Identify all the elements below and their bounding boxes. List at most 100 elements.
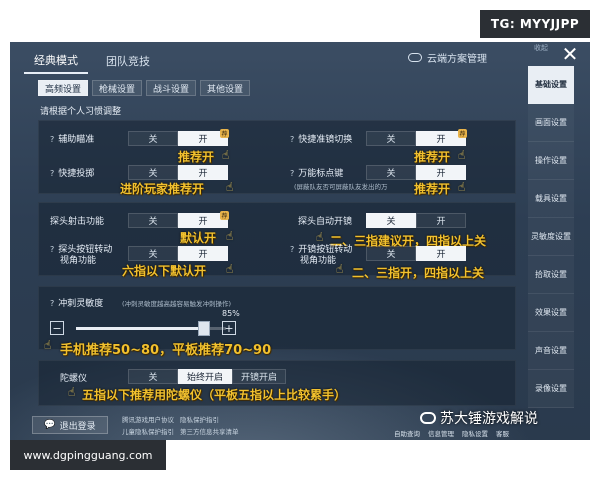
gyro-option-off[interactable]: 关 <box>128 369 178 384</box>
link-user-agreement[interactable]: 腾讯游戏用户协议 <box>122 414 174 424</box>
sprint-slider[interactable] <box>76 321 226 336</box>
tab-classic-mode[interactable]: 经典模式 <box>24 48 88 74</box>
pointing-hand-icon: ☝ <box>222 148 230 162</box>
cloud-scheme-button[interactable]: 云端方案管理 <box>408 50 487 65</box>
side-item-controls[interactable]: 操作设置 <box>528 142 574 180</box>
row-peek-auto-scope-label: 探头自动开镜 <box>298 217 353 227</box>
gyro-option-always[interactable]: 始终开启 <box>178 369 233 384</box>
weibo-icon <box>420 412 436 424</box>
menu-support[interactable]: 客服 <box>496 428 509 438</box>
side-item-vehicle[interactable]: 载具设置 <box>528 180 574 218</box>
menu-self-query[interactable]: 自助查询 <box>394 428 420 438</box>
mode-tabs: 经典模式 团队竞技 <box>24 48 160 74</box>
cloud-scheme-label: 云端方案管理 <box>427 54 487 65</box>
row-sprint-label: ? 冲刺灵敏度 <box>50 299 104 309</box>
logout-label: 退出登录 <box>59 421 96 432</box>
row-gyro-label: 陀螺仪 <box>60 374 88 384</box>
minus-icon[interactable]: − <box>50 321 64 335</box>
toggle-quick-scope[interactable]: 关 开荐 <box>366 129 467 146</box>
toggle-peek-button-rotate[interactable]: 关 开 <box>128 246 228 261</box>
sprint-value: 85% <box>222 309 240 318</box>
pointing-hand-icon: ☝ <box>68 385 76 399</box>
subtab-frequent[interactable]: 高频设置 <box>38 80 89 96</box>
side-item-recording[interactable]: 录像设置 <box>528 370 574 408</box>
pointing-hand-icon: ☝ <box>44 338 52 352</box>
sprint-note: (冲刺灵敏度越高越容易触发冲刺操作) <box>122 300 232 308</box>
annotation-recommend-aim: 推荐开 <box>178 150 215 164</box>
side-item-sensitivity[interactable]: 灵敏度设置 <box>528 218 574 256</box>
annotation-recommend-scope: 推荐开 <box>414 150 451 164</box>
gyro-selector[interactable]: 关 始终开启 开镜开启 <box>128 369 287 384</box>
toggle-off-option[interactable]: 关 <box>128 213 178 228</box>
toggle-off-option[interactable]: 关 <box>128 165 178 180</box>
toggle-off-option[interactable]: 关 <box>128 131 178 146</box>
row-peek-button-rotate-label: ? 探头按钮转动 视角功能 <box>50 245 113 266</box>
annotation-sprint-recommend: 手机推荐50~80，平板推荐70~90 <box>60 343 272 358</box>
plus-icon[interactable]: + <box>222 321 236 335</box>
row-universal-mark-label: ? 万能标点键 <box>290 169 344 179</box>
toggle-on-option[interactable]: 开 <box>416 246 466 261</box>
pointing-hand-icon: ☝ <box>458 180 466 194</box>
row-aim-assist-label: ? 辅助瞄准 <box>50 135 95 145</box>
toggle-peek-fire[interactable]: 关 开荐 <box>128 211 229 228</box>
side-item-effects[interactable]: 效果设置 <box>528 294 574 332</box>
universal-mark-note: (屏蔽队友否可屏蔽队友发出的万 <box>294 183 388 191</box>
subtab-combat[interactable]: 战斗设置 <box>146 80 197 96</box>
settings-subtabs: 高频设置 枪械设置 战斗设置 其他设置 <box>38 80 251 96</box>
side-item-pickup[interactable]: 拾取设置 <box>528 256 574 294</box>
annotation-recommend-mark: 推荐开 <box>414 182 451 196</box>
collapse-label: 收起 <box>534 44 548 52</box>
link-third-party-list[interactable]: 第三方信息共享清单 <box>180 426 239 436</box>
cloud-icon <box>408 53 422 62</box>
side-item-graphics[interactable]: 画面设置 <box>528 104 574 142</box>
toggle-off-option[interactable]: 关 <box>366 213 416 228</box>
toggle-on-option[interactable]: 开荐 <box>178 129 229 146</box>
annotation-scope-fingers: 二、三指开，四指以上关 <box>352 266 485 280</box>
gyro-option-scope[interactable]: 开镜开启 <box>232 369 287 384</box>
logout-button[interactable]: 💬 退出登录 <box>32 416 108 434</box>
tg-banner: TG: MYYJJPP <box>480 10 590 38</box>
chat-icon: 💬 <box>44 420 56 430</box>
bottom-menu: 自助查询 信息管理 隐私设置 客服 <box>394 428 509 438</box>
link-privacy-guide[interactable]: 隐私保护指引 <box>180 414 219 424</box>
sprint-slider-knob[interactable] <box>197 321 210 336</box>
recommend-badge-icon: 荐 <box>220 129 229 138</box>
pointing-hand-icon: ☝ <box>226 262 234 276</box>
menu-privacy[interactable]: 隐私设置 <box>462 428 488 438</box>
close-icon[interactable]: ✕ <box>550 42 590 68</box>
row-quick-scope-label: ? 快捷准镜切换 <box>290 135 353 145</box>
toggle-on-option[interactable]: 开荐 <box>416 129 467 146</box>
annotation-gyro-recommend: 五指以下推荐用陀螺仪（平板五指以上比较累手） <box>82 388 347 402</box>
toggle-off-option[interactable]: 关 <box>128 246 178 261</box>
pointing-hand-icon: ☝ <box>336 262 344 276</box>
toggle-quick-throw[interactable]: 关 开 <box>128 165 228 180</box>
toggle-off-option[interactable]: 关 <box>366 131 416 146</box>
pointing-hand-icon: ☝ <box>226 229 234 243</box>
side-item-basic[interactable]: 基础设置 <box>528 66 574 104</box>
toggle-aim-assist[interactable]: 关 开荐 <box>128 129 229 146</box>
subtab-other[interactable]: 其他设置 <box>200 80 251 96</box>
row-peek-fire-label: 探头射击功能 <box>50 217 105 227</box>
toggle-on-option[interactable]: 开 <box>416 213 466 228</box>
link-child-privacy[interactable]: 儿童隐私保护指引 <box>122 426 174 436</box>
toggle-on-option[interactable]: 开荐 <box>178 211 229 228</box>
toggle-off-option[interactable]: 关 <box>366 165 416 180</box>
annotation-advanced-players: 进阶玩家推荐开 <box>120 182 205 196</box>
annotation-default-on: 默认开 <box>180 231 217 245</box>
toggle-universal-mark[interactable]: 关 开 <box>366 165 466 180</box>
toggle-on-option[interactable]: 开 <box>416 165 466 180</box>
toggle-scope-button-rotate[interactable]: 关 开 <box>366 246 466 261</box>
pointing-hand-icon: ☝ <box>316 230 324 244</box>
pointing-hand-icon: ☝ <box>226 180 234 194</box>
toggle-peek-auto-scope[interactable]: 关 开 <box>366 213 466 228</box>
subtab-weapons[interactable]: 枪械设置 <box>92 80 143 96</box>
recommend-badge-icon: 荐 <box>458 129 467 138</box>
tab-team-deathmatch[interactable]: 团队竞技 <box>96 48 160 74</box>
toggle-on-option[interactable]: 开 <box>178 246 228 261</box>
toggle-off-option[interactable]: 关 <box>366 246 416 261</box>
toggle-on-option[interactable]: 开 <box>178 165 228 180</box>
row-quick-throw-label: ? 快捷投掷 <box>50 169 95 179</box>
side-item-sound[interactable]: 声音设置 <box>528 332 574 370</box>
game-settings-screen: 经典模式 团队竞技 云端方案管理 收起 ✕ 高频设置 枪械设置 战斗设置 其他设… <box>10 42 590 440</box>
menu-info-manage[interactable]: 信息管理 <box>428 428 454 438</box>
